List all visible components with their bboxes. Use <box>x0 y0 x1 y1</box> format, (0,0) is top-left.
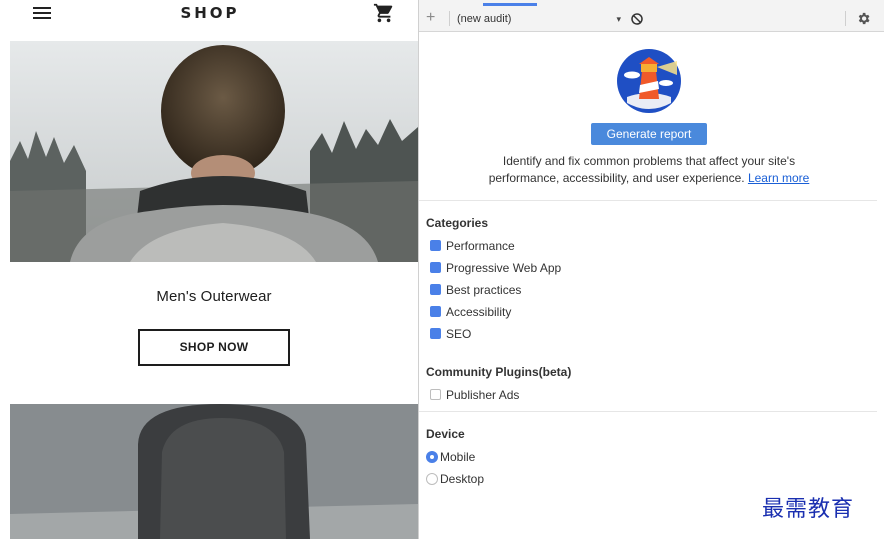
plugins-heading: Community Plugins(beta) <box>426 365 572 379</box>
category-label: Accessibility <box>446 305 512 319</box>
hero-image-mens-outerwear[interactable] <box>10 41 418 262</box>
categories-heading: Categories <box>426 216 489 230</box>
category-label: Progressive Web App <box>446 261 562 275</box>
block-icon[interactable] <box>630 12 644 26</box>
shop-page: SHOP Men's Outerwear SHOP NOW <box>0 0 418 539</box>
category-label: SEO <box>446 327 472 341</box>
category-label: Performance <box>446 239 515 253</box>
shop-header: SHOP <box>0 0 418 40</box>
shop-title: SHOP <box>180 4 240 22</box>
section-divider <box>419 411 877 412</box>
audit-select[interactable]: (new audit) ▾ <box>457 10 621 28</box>
learn-more-link[interactable]: Learn more <box>748 171 809 185</box>
toolbar-separator <box>845 11 846 26</box>
checkbox-unchecked[interactable] <box>430 389 441 400</box>
device-heading: Device <box>426 427 465 441</box>
checkbox-checked[interactable] <box>430 328 441 339</box>
device-label: Desktop <box>440 472 485 486</box>
checkbox-checked[interactable] <box>430 240 441 251</box>
chevron-down-icon: ▾ <box>616 14 621 24</box>
checkbox-checked[interactable] <box>430 262 441 273</box>
device-label: Mobile <box>440 450 476 464</box>
watermark-text: 最需教育 <box>762 497 855 522</box>
product-title: Men's Outerwear <box>156 288 272 305</box>
toolbar-separator <box>449 11 450 26</box>
shopping-cart-icon[interactable] <box>373 2 395 24</box>
checkbox-checked[interactable] <box>430 306 441 317</box>
devtools-audits-panel: + (new audit) ▾ Generate report Identify… <box>419 0 884 539</box>
intro-text: Identify and fix common problems that af… <box>419 153 879 187</box>
audit-select-value: (new audit) <box>457 13 512 25</box>
hero-image-secondary[interactable] <box>10 404 418 539</box>
radio-selected[interactable] <box>426 451 438 463</box>
audits-toolbar: + (new audit) ▾ <box>419 6 884 32</box>
section-divider <box>419 200 877 201</box>
checkbox-checked[interactable] <box>430 284 441 295</box>
category-label: Best practices <box>446 283 522 297</box>
product-card: Men's Outerwear SHOP NOW <box>10 262 418 404</box>
radio-unselected[interactable] <box>426 473 438 485</box>
gear-icon[interactable] <box>856 11 871 26</box>
plus-icon[interactable]: + <box>426 8 440 28</box>
intro-line-1: Identify and fix common problems that af… <box>502 154 796 168</box>
shop-now-button[interactable]: SHOP NOW <box>138 329 290 366</box>
lighthouse-icon <box>617 49 681 113</box>
intro-line-2: performance, accessibility, and user exp… <box>488 171 745 185</box>
hamburger-menu-icon[interactable] <box>33 6 53 22</box>
generate-report-button[interactable]: Generate report <box>591 123 707 145</box>
plugin-label: Publisher Ads <box>446 388 520 402</box>
